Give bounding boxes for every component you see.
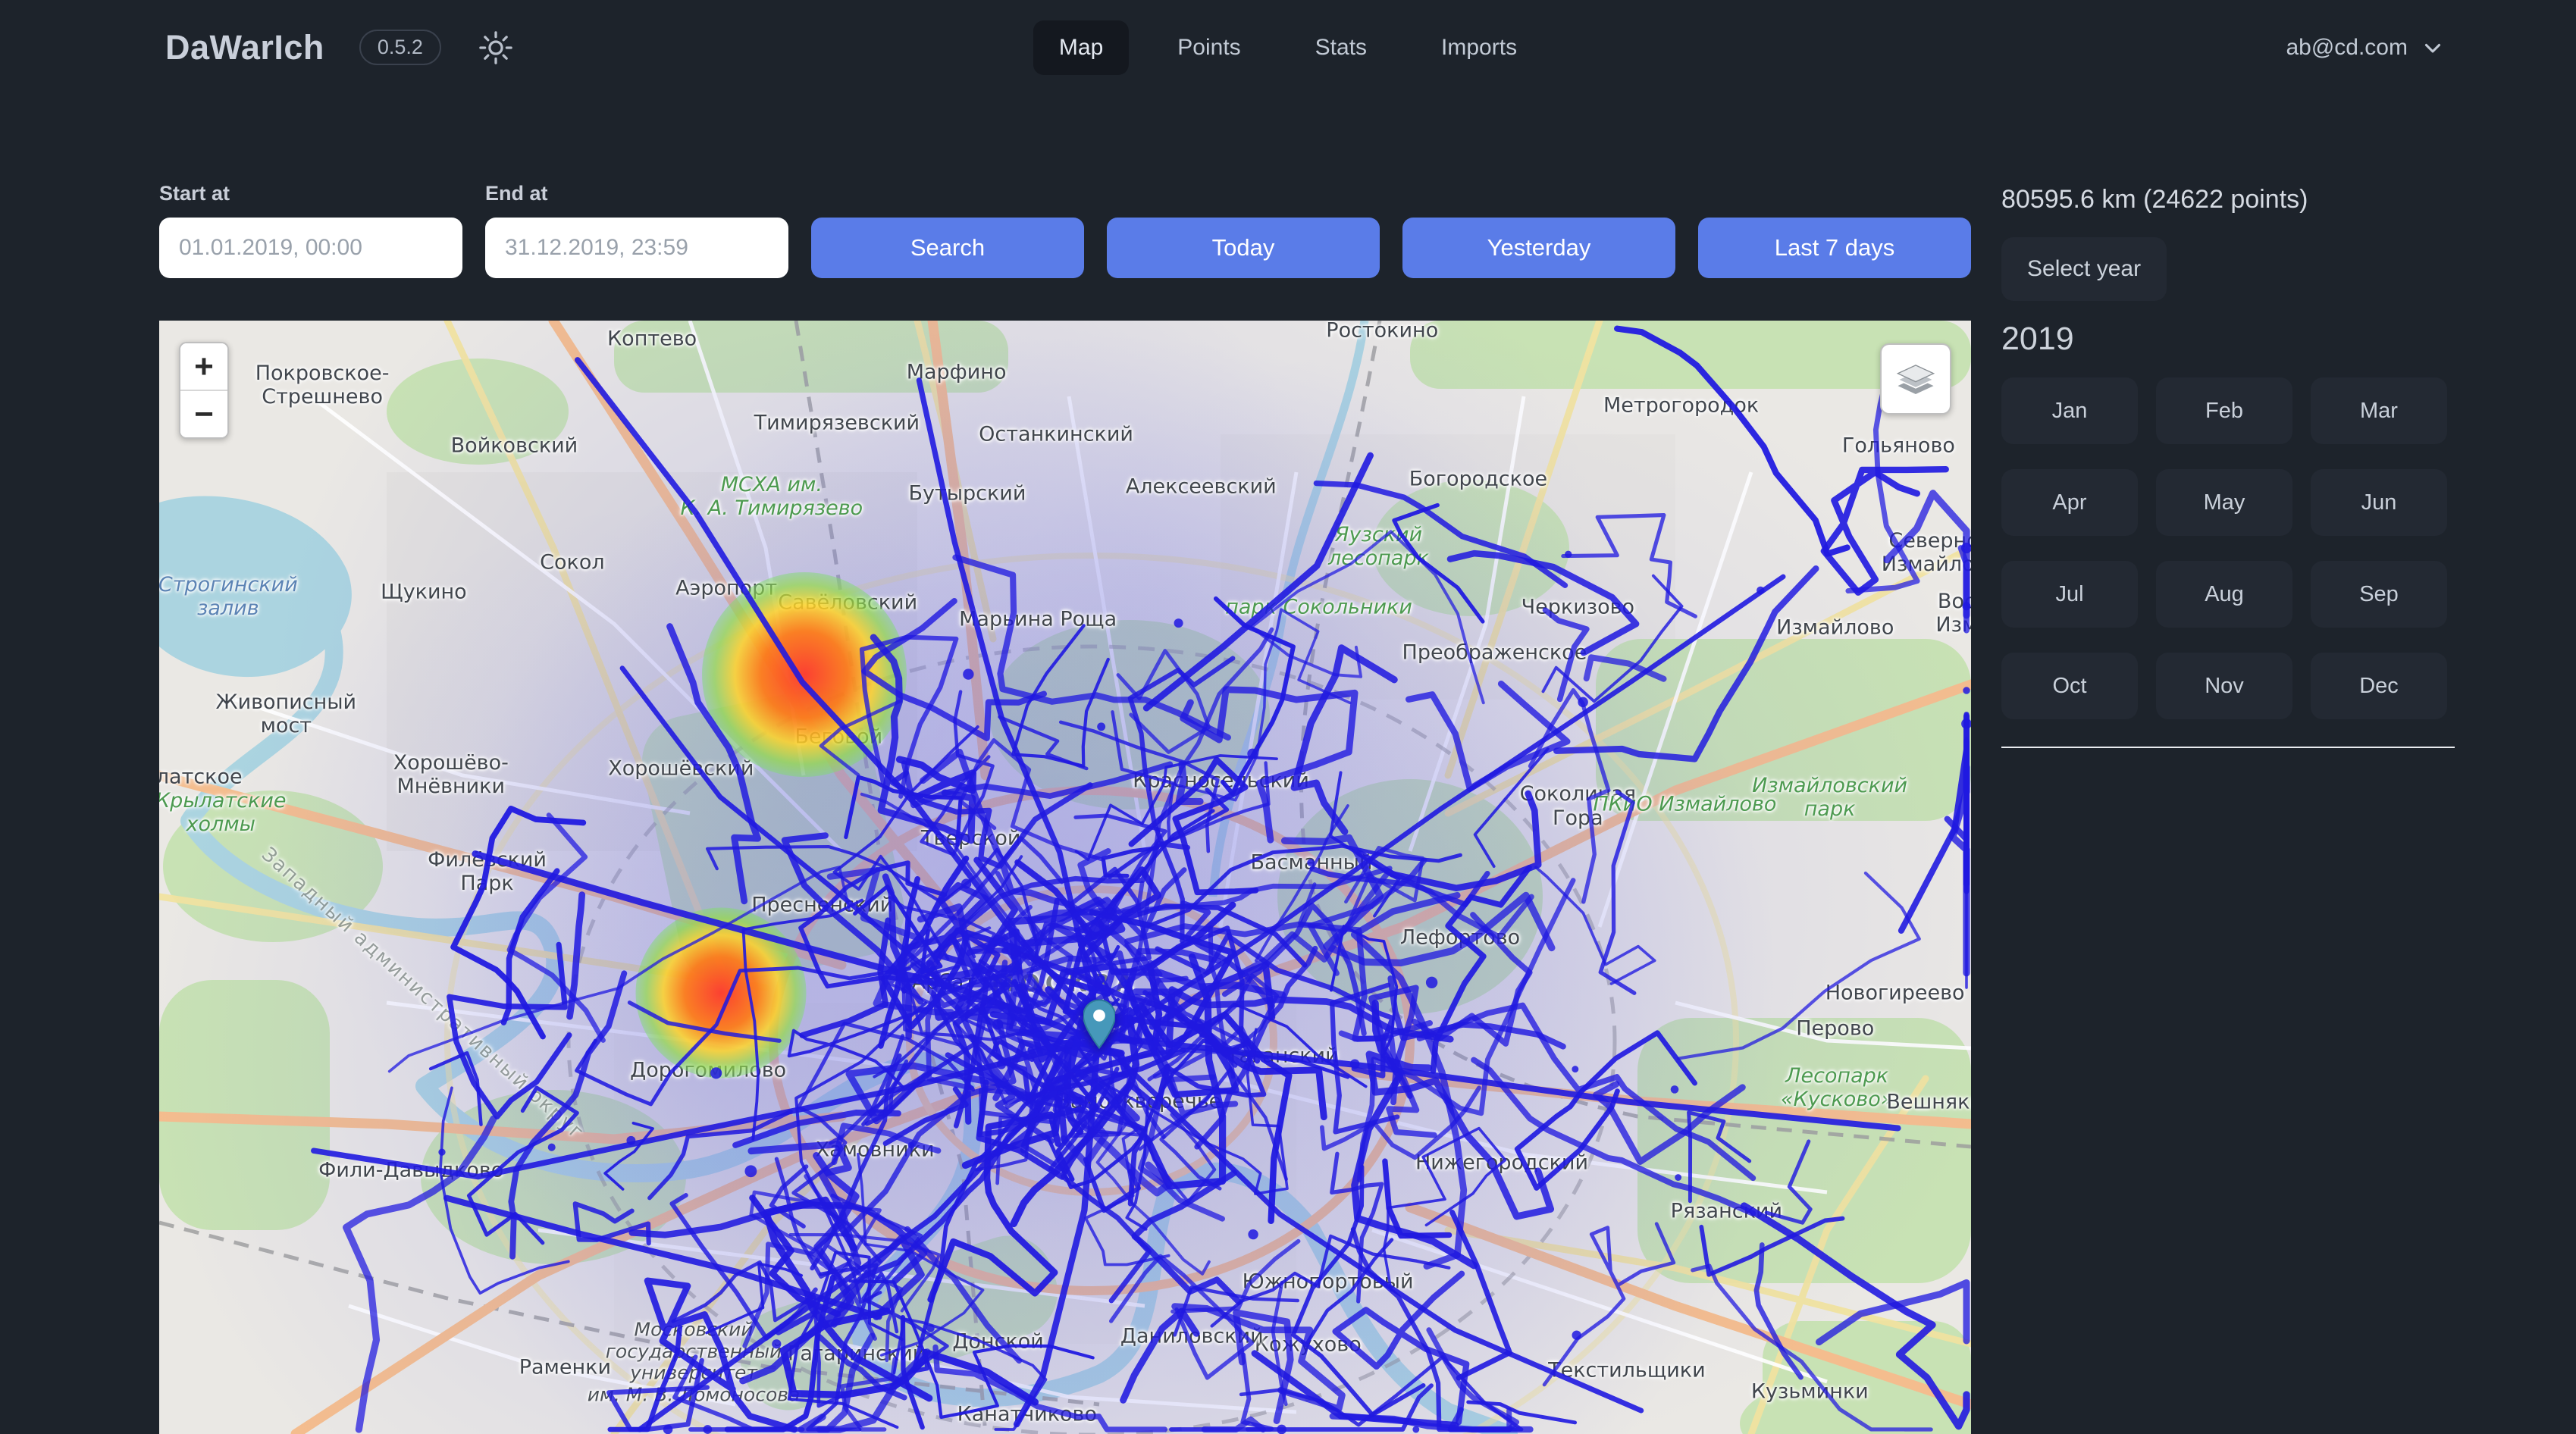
month-button-jan[interactable]: Jan xyxy=(2001,377,2138,444)
sidebar-divider xyxy=(2001,747,2455,748)
filter-bar: Start at End at Search Today Yesterday L… xyxy=(159,182,1971,278)
user-email: ab@cd.com xyxy=(2286,35,2408,61)
month-button-jul[interactable]: Jul xyxy=(2001,561,2138,628)
right-sidebar: 80595.6 km (24622 points) Select year 20… xyxy=(2001,185,2464,748)
month-button-aug[interactable]: Aug xyxy=(2156,561,2292,628)
month-button-mar[interactable]: Mar xyxy=(2311,377,2447,444)
month-button-jun[interactable]: Jun xyxy=(2311,469,2447,536)
tab-map[interactable]: Map xyxy=(1033,20,1129,75)
end-at-field: End at xyxy=(485,182,788,278)
last-7-days-button[interactable]: Last 7 days xyxy=(1698,218,1971,278)
sun-icon xyxy=(478,30,513,65)
start-at-input[interactable] xyxy=(159,218,462,278)
yesterday-button[interactable]: Yesterday xyxy=(1402,218,1675,278)
month-button-nov[interactable]: Nov xyxy=(2156,653,2292,719)
month-button-may[interactable]: May xyxy=(2156,469,2292,536)
month-button-oct[interactable]: Oct xyxy=(2001,653,2138,719)
user-menu[interactable]: ab@cd.com xyxy=(2286,0,2446,95)
month-button-apr[interactable]: Apr xyxy=(2001,469,2138,536)
map-canvas[interactable]: Покровское- СтрешневоКоптевоВойковскийТи… xyxy=(159,321,1971,1434)
select-year-button[interactable]: Select year xyxy=(2001,237,2167,301)
version-badge: 0.5.2 xyxy=(359,30,441,65)
theme-toggle-button[interactable] xyxy=(476,28,516,67)
app-header: DaWarIch 0.5.2 Map Points Stats Imports … xyxy=(0,0,2576,95)
end-at-input[interactable] xyxy=(485,218,788,278)
month-button-feb[interactable]: Feb xyxy=(2156,377,2292,444)
zoom-in-button[interactable]: + xyxy=(180,343,227,391)
month-grid: Jan Feb Mar Apr May Jun Jul Aug Sep Oct Nov Dec xyxy=(2001,377,2464,719)
gps-tracks-layer xyxy=(159,321,1971,1434)
tab-points[interactable]: Points xyxy=(1152,20,1266,75)
search-button[interactable]: Search xyxy=(811,218,1084,278)
end-at-label: End at xyxy=(485,182,788,205)
brand: DaWarIch 0.5.2 xyxy=(165,0,516,95)
tab-stats[interactable]: Stats xyxy=(1290,20,1393,75)
tab-imports[interactable]: Imports xyxy=(1415,20,1543,75)
app-logo: DaWarIch xyxy=(165,28,324,67)
main-nav: Map Points Stats Imports xyxy=(1033,0,1543,95)
chevron-down-icon xyxy=(2420,35,2446,61)
start-at-label: Start at xyxy=(159,182,462,205)
today-button[interactable]: Today xyxy=(1107,218,1380,278)
distance-stats: 80595.6 km (24622 points) xyxy=(2001,185,2464,214)
zoom-out-button[interactable]: − xyxy=(180,391,227,437)
layers-icon xyxy=(1894,357,1938,401)
map-layers-control[interactable] xyxy=(1880,343,1951,415)
map-zoom-control: + − xyxy=(179,342,229,439)
month-button-dec[interactable]: Dec xyxy=(2311,653,2447,719)
year-heading: 2019 xyxy=(2001,321,2464,358)
map-marker-pin[interactable] xyxy=(1083,994,1115,1057)
month-button-sep[interactable]: Sep xyxy=(2311,561,2447,628)
start-at-field: Start at xyxy=(159,182,462,278)
